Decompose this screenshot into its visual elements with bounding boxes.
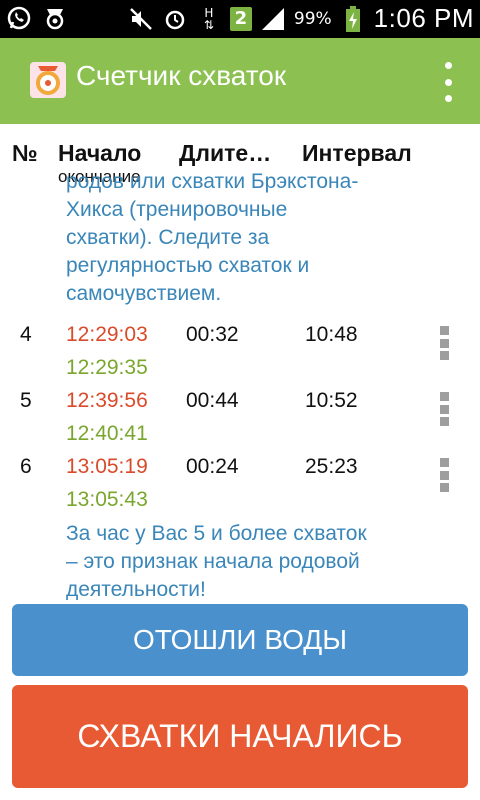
sim-badge: 2: [229, 6, 252, 31]
column-header-duration: Длите…: [179, 140, 272, 166]
row-number: 5: [20, 389, 32, 412]
row-menu-icon[interactable]: [440, 392, 450, 426]
data-arrows-icon: ⇅: [203, 17, 214, 32]
notification-icons: [6, 5, 68, 31]
system-icons: H ⇅ 2 99% 1:06 PM: [128, 3, 474, 34]
info-message-top: родов или схватки Брэкстона- Хикса (трен…: [66, 170, 359, 305]
whatsapp-icon: [6, 5, 32, 31]
app-bar: Счетчик схваток: [0, 38, 480, 124]
row-duration: 00:32: [186, 323, 239, 346]
row-interval: 25:23: [305, 455, 358, 478]
column-header-interval: Интервал: [302, 140, 412, 166]
signal-icon: [260, 6, 286, 32]
row-interval: 10:48: [305, 323, 358, 346]
timer-app-icon: [42, 5, 68, 31]
row-start-time: 13:05:19: [66, 455, 148, 478]
water-broke-button[interactable]: ОТОШЛИ ВОДЫ: [12, 604, 468, 676]
clock: 1:06 PM: [373, 3, 474, 33]
battery-percent: 99%: [293, 8, 332, 29]
app-title: Счетчик схваток: [76, 60, 287, 91]
row-number: 6: [20, 455, 32, 478]
info-message-bottom: За час у Вас 5 и более схваток – это при…: [66, 522, 367, 600]
network-type-icon: H ⇅: [196, 6, 222, 32]
battery-charging-icon: [340, 5, 366, 32]
status-bar: H ⇅ 2 99% 1:06 PM: [0, 0, 480, 38]
row-duration: 00:44: [186, 389, 239, 412]
row-interval: 10:52: [305, 389, 358, 412]
mute-icon: [128, 6, 154, 32]
row-menu-icon[interactable]: [440, 458, 450, 492]
row-end-time: 12:40:41: [66, 422, 148, 445]
row-end-time: 13:05:43: [66, 488, 148, 511]
column-header-start: Начало: [58, 140, 142, 166]
overflow-menu-icon[interactable]: [440, 62, 456, 102]
contractions-started-button[interactable]: СХВАТКИ НАЧАЛИСЬ: [12, 685, 468, 788]
column-header-number: №: [12, 140, 38, 166]
row-menu-icon[interactable]: [440, 326, 450, 360]
row-end-time: 12:29:35: [66, 356, 148, 379]
network-type-label: H: [204, 5, 214, 20]
row-duration: 00:24: [186, 455, 239, 478]
app-logo-icon: [30, 62, 66, 98]
row-number: 4: [20, 323, 32, 346]
alarm-icon: [162, 6, 188, 32]
contractions-list[interactable]: родов или схватки Брэкстона- Хикса (трен…: [0, 170, 480, 600]
row-start-time: 12:29:03: [66, 323, 148, 346]
row-start-time: 12:39:56: [66, 389, 148, 412]
